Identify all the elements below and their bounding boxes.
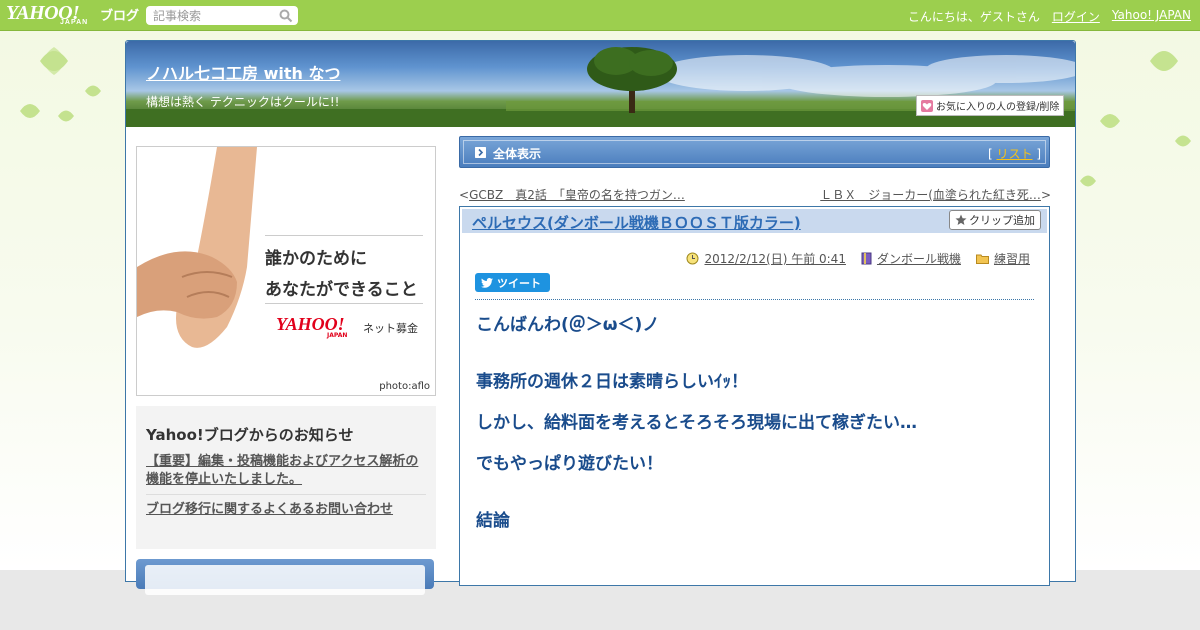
entry-title-bar: ペルセウス(ダンボール戦機ＢＯＯＳＴ版カラー) クリップ追加 — [462, 209, 1047, 233]
entry-title[interactable]: ペルセウス(ダンボール戦機ＢＯＯＳＴ版カラー) — [472, 212, 801, 233]
search-icon[interactable] — [279, 9, 293, 23]
twitter-bird-icon — [481, 277, 493, 288]
entry-meta: 2012/2/12(日) 午前 0:41 ダンボール戦機 練習用 — [686, 250, 1030, 267]
blog-entry: ペルセウス(ダンボール戦機ＢＯＯＳＴ版カラー) クリップ追加 2012/2/12… — [459, 206, 1050, 586]
entry-date-link[interactable]: 2012/2/12(日) 午前 0:41 — [704, 250, 845, 267]
sidebar-module — [136, 559, 434, 595]
blog-description: 構想は熱く テクニックはクールに!! — [146, 95, 340, 109]
entry-category-link[interactable]: ダンボール戦機 — [877, 250, 961, 267]
ad-photo-credit: photo:aflo — [379, 381, 430, 392]
charity-ad-banner[interactable]: 誰かのために あなたができること YAHOO! JAPAN ネット募金 phot… — [136, 146, 436, 396]
entry-folder-link[interactable]: 練習用 — [994, 250, 1030, 267]
ad-service-name: ネット募金 — [363, 322, 418, 335]
tweet-button[interactable]: ツイート — [475, 273, 550, 292]
next-article-link[interactable]: ＬＢＸ ジョーカー(血塗られた紅き死… — [820, 188, 1041, 202]
article-search-input[interactable] — [146, 6, 298, 25]
ad-rule-bottom — [265, 303, 423, 304]
greeting-text: こんにちは、ゲストさん — [907, 10, 1040, 24]
sidebar-module-inner — [145, 565, 425, 595]
yahoo-blog-notice: Yahoo!ブログからのお知らせ 【重要】編集・投稿機能およびアクセス解析の機能… — [136, 406, 436, 549]
clip-add-label: クリップ追加 — [969, 214, 1035, 227]
blog-title[interactable]: ノハル七コ工房 with なつ — [146, 60, 340, 84]
prev-article-link[interactable]: GCBZ 真2話 「皇帝の名を持つガン… — [469, 188, 685, 202]
ad-headline-1: 誰かのために — [265, 249, 367, 269]
entry-body-line: こんばんわ(＠＞ω＜)ノ — [476, 315, 660, 335]
clock-icon — [686, 252, 699, 265]
blog-frame: ノハル七コ工房 with なつ 構想は熱く テクニックはクールに!! お気に入り… — [125, 40, 1076, 595]
list-link[interactable]: リスト — [996, 147, 1032, 161]
book-icon — [861, 252, 872, 265]
notice-link-faq[interactable]: ブログ移行に関するよくあるお問い合わせ — [146, 501, 393, 519]
entry-body-line: しかし、給料面を考えるとそろそろ現場に出て稼ぎたい… — [476, 413, 917, 433]
entry-body-line: 結論 — [476, 511, 510, 531]
yahoo-blog-logo[interactable]: ブログ — [100, 5, 139, 24]
entry-divider — [475, 299, 1034, 300]
chevron-right-icon — [475, 147, 486, 158]
list-toggle: [ リスト ] — [987, 147, 1041, 161]
folder-icon — [975, 254, 989, 264]
ad-yahoo-logo-sub: JAPAN — [327, 332, 348, 339]
entry-date: 2012/2/12(日) 午前 0:41 — [686, 250, 846, 267]
blog-header: ノハル七コ工房 with なつ 構想は熱く テクニックはクールに!! お気に入り… — [126, 41, 1075, 127]
login-link[interactable]: ログイン — [1052, 8, 1100, 25]
clip-add-button[interactable]: クリップ追加 — [949, 210, 1041, 230]
yahoo-logo-sub: JAPAN — [60, 19, 89, 26]
ad-rule-top — [265, 235, 423, 236]
yahoo-japan-link[interactable]: Yahoo! JAPAN — [1112, 8, 1191, 25]
user-nav: こんにちは、ゲストさん ログイン Yahoo! JAPAN — [908, 8, 1191, 25]
ad-headline-2: あなたができること — [265, 280, 418, 300]
favorite-register-button[interactable]: お気に入りの人の登録/削除 — [916, 95, 1065, 116]
entry-category: ダンボール戦機 — [861, 250, 961, 267]
notice-divider — [146, 494, 426, 495]
hands-image — [137, 147, 257, 348]
entry-folder: 練習用 — [975, 250, 1030, 267]
heart-icon — [921, 99, 933, 112]
notice-heading: Yahoo!ブログからのお知らせ — [146, 426, 354, 444]
view-all-label[interactable]: 全体表示 — [493, 145, 541, 162]
yahoo-top-bar: YAHOO! JAPAN ブログ こんにちは、ゲストさん ログイン Yahoo!… — [0, 0, 1200, 31]
prev-article: <GCBZ 真2話 「皇帝の名を持つガン… — [459, 188, 685, 202]
entry-body-line: でもやっぱり遊びたい！ — [476, 454, 663, 474]
next-article: ＬＢＸ ジョーカー(血塗られた紅き死…> — [820, 188, 1051, 202]
favorite-register-label: お気に入りの人の登録/削除 — [936, 102, 1060, 113]
notice-link-important[interactable]: 【重要】編集・投稿機能およびアクセス解析の機能を停止いたしました。 — [146, 453, 430, 489]
view-mode-bar-inner — [463, 140, 1046, 164]
star-icon — [955, 214, 967, 225]
view-mode-bar: 全体表示 [ リスト ] — [459, 136, 1050, 168]
tweet-label: ツイート — [497, 276, 541, 290]
entry-body-line: 事務所の週休２日は素晴らしいｲｯ！ — [476, 372, 748, 392]
